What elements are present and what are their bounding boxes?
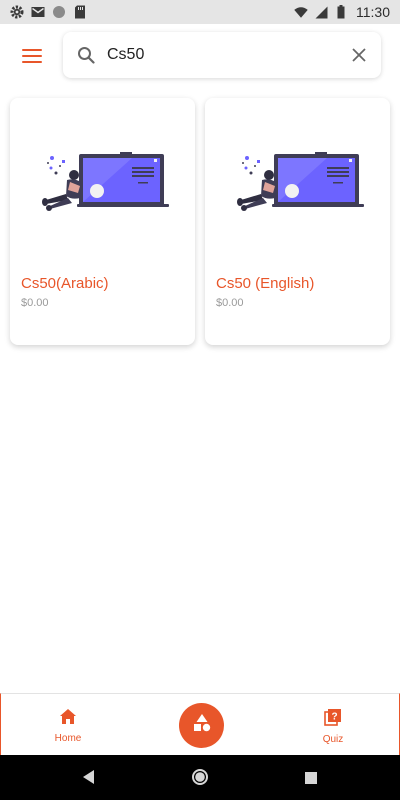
recent-apps-icon[interactable] [305,771,317,789]
circle-icon [52,5,66,19]
course-card[interactable]: Cs50 (English) $0.00 [205,98,390,345]
quiz-icon: ? [324,708,342,731]
status-time: 11:30 [356,4,390,20]
sd-card-icon [73,5,87,19]
svg-text:?: ? [331,712,337,723]
nav-home-button[interactable]: Home [38,708,98,744]
status-right-icons: 11:30 [294,4,390,20]
nav-center-button[interactable] [179,703,224,748]
status-bar: 11:30 [0,0,400,24]
home-icon [59,708,77,730]
search-input[interactable] [107,44,337,66]
course-price: $0.00 [21,297,49,309]
signal-icon [314,5,328,19]
course-illustration [237,152,364,211]
menu-button[interactable] [20,46,44,66]
shapes-icon [192,713,212,738]
menu-icon-line [22,55,42,57]
course-price: $0.00 [216,297,244,309]
nav-home-label: Home [54,733,82,744]
close-icon[interactable] [351,47,367,63]
gmail-icon [31,5,45,19]
settings-icon [10,5,24,19]
back-icon[interactable] [82,769,96,790]
menu-icon-line [22,49,42,51]
search-icon [77,46,95,64]
battery-icon [334,5,348,19]
bottom-navigation: Home ? Quiz [0,693,400,755]
home-circle-icon[interactable] [191,768,209,791]
wifi-icon [294,5,308,19]
nav-quiz-label: Quiz [322,734,344,745]
search-box[interactable] [63,32,381,78]
course-title: Cs50(Arabic) [21,275,109,292]
course-card[interactable]: Cs50(Arabic) $0.00 [10,98,195,345]
system-navigation-bar [0,755,400,800]
course-title: Cs50 (English) [216,275,315,292]
course-illustration [42,152,169,211]
status-left-icons [10,5,87,19]
menu-icon-line [22,61,42,63]
app-header [0,24,400,90]
nav-quiz-button[interactable]: ? Quiz [303,708,363,745]
